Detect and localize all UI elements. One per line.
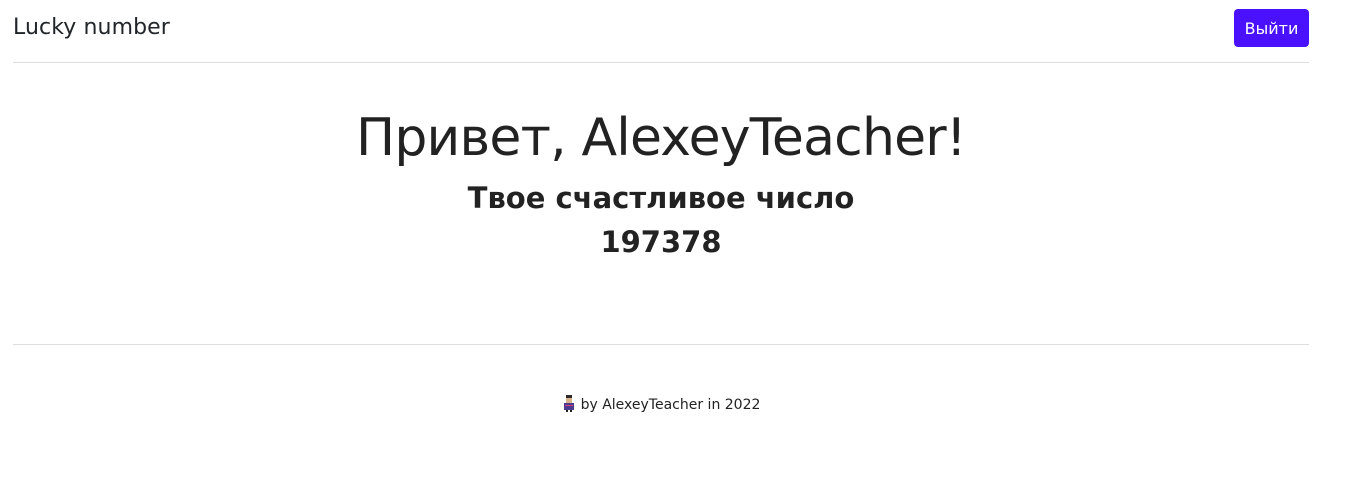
footer-credit: by AlexeyTeacher in 2022 (580, 397, 761, 413)
site-header: Lucky number Выйти (13, 0, 1309, 63)
footer-divider (13, 344, 1309, 345)
lucky-number-value: 197378 (600, 225, 722, 259)
person-avatar-icon (562, 394, 576, 412)
logout-button[interactable]: Выйти (1234, 9, 1309, 47)
lucky-number-panel: Привет, AlexeyTeacher! Твое счастливое ч… (0, 104, 1322, 262)
site-brand[interactable]: Lucky number (13, 14, 170, 42)
page: Lucky number Выйти Привет, AlexeyTeacher… (0, 0, 1346, 477)
lucky-number-subtitle: Твое счастливое число (467, 181, 855, 215)
greeting-heading: Привет, AlexeyTeacher! (356, 108, 967, 168)
site-footer: by AlexeyTeacher in 2022 (0, 394, 1322, 416)
